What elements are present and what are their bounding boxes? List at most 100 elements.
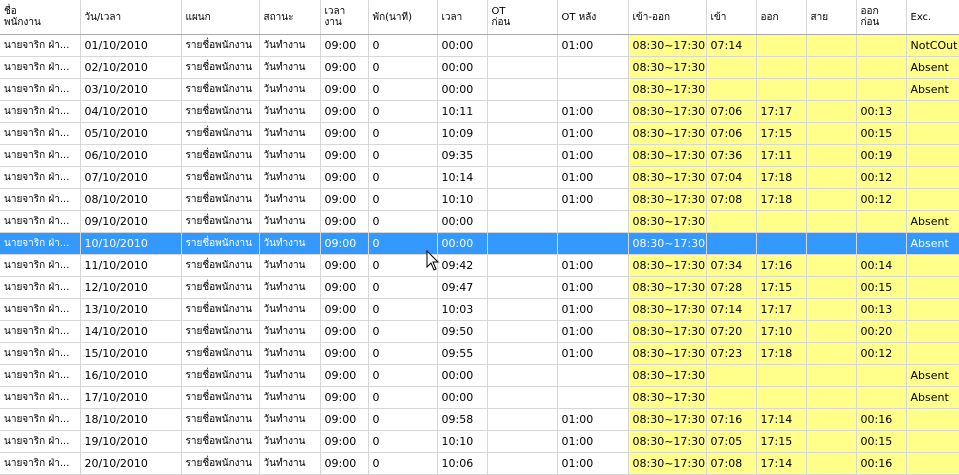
cell-date[interactable]: 12/10/2010 (80, 276, 182, 299)
cell-early[interactable] (856, 56, 907, 79)
cell-ot-after[interactable]: 01:00 (557, 452, 629, 475)
cell-shift[interactable]: 08:30~17:30 (628, 34, 707, 57)
column-header-status[interactable]: สถานะ (259, 0, 321, 35)
table-row[interactable]: นายจาริก ฝ่า... 06/10/2010 รายชื่อพนักงานว… (0, 144, 959, 167)
cell-name[interactable]: นายจาริก ฝ่า... (0, 254, 81, 277)
cell-late[interactable] (806, 452, 857, 475)
cell-ot-before[interactable] (487, 188, 558, 211)
cell-ot-before[interactable] (487, 342, 558, 365)
cell-early[interactable] (856, 34, 907, 57)
cell-time[interactable]: 09:47 (437, 276, 488, 299)
column-header-name[interactable]: ชื่อ พนักงาน (0, 0, 81, 35)
cell-brk[interactable]: 0 (368, 364, 438, 387)
cell-time[interactable]: 00:00 (437, 232, 488, 255)
cell-date[interactable]: 08/10/2010 (80, 188, 182, 211)
table-row[interactable]: นายจาริก ฝ่า... 01/10/2010 รายชื่อพนักงานว… (0, 34, 959, 57)
cell-early[interactable]: 00:20 (856, 320, 907, 343)
cell-ot-before[interactable] (487, 210, 558, 233)
cell-name[interactable]: นายจาริก ฝ่า... (0, 276, 81, 299)
cell-name[interactable]: นายจาริก ฝ่า... (0, 452, 81, 475)
cell-shift[interactable]: 08:30~17:30 (628, 56, 707, 79)
cell-shift[interactable]: 08:30~17:30 (628, 210, 707, 233)
cell-status[interactable]: วันทำงาน (259, 386, 321, 409)
cell-status[interactable]: วันทำงาน (259, 408, 321, 431)
cell-dept[interactable]: รายชื่อพนักงาน (181, 232, 260, 255)
cell-early[interactable]: 00:19 (856, 144, 907, 167)
cell-ot-before[interactable] (487, 166, 558, 189)
cell-ot-after[interactable] (557, 78, 629, 101)
cell-in[interactable] (706, 56, 757, 79)
cell-ot-after[interactable] (557, 232, 629, 255)
cell-status[interactable]: วันทำงาน (259, 122, 321, 145)
cell-shift[interactable]: 08:30~17:30 (628, 430, 707, 453)
cell-dept[interactable]: รายชื่อพนักงาน (181, 144, 260, 167)
cell-brk[interactable]: 0 (368, 56, 438, 79)
column-header-late[interactable]: สาย (806, 0, 857, 35)
cell-late[interactable] (806, 254, 857, 277)
cell-status[interactable]: วันทำงาน (259, 78, 321, 101)
cell-ot-before[interactable] (487, 78, 558, 101)
cell-work[interactable]: 09:00 (320, 166, 369, 189)
table-row[interactable]: นายจาริก ฝ่า... 09/10/2010 รายชื่อพนักงานว… (0, 210, 959, 233)
cell-time[interactable]: 00:00 (437, 364, 488, 387)
cell-ot-after[interactable] (557, 386, 629, 409)
cell-in[interactable]: 07:34 (706, 254, 757, 277)
cell-ot-after[interactable]: 01:00 (557, 320, 629, 343)
cell-date[interactable]: 17/10/2010 (80, 386, 182, 409)
cell-ot-before[interactable] (487, 364, 558, 387)
cell-early[interactable]: 00:16 (856, 408, 907, 431)
column-header-brk[interactable]: พัก(นาที) (368, 0, 438, 35)
cell-exc[interactable]: Absent (906, 210, 959, 233)
cell-late[interactable] (806, 210, 857, 233)
cell-work[interactable]: 09:00 (320, 408, 369, 431)
cell-shift[interactable]: 08:30~17:30 (628, 144, 707, 167)
cell-early[interactable]: 00:13 (856, 100, 907, 123)
cell-work[interactable]: 09:00 (320, 254, 369, 277)
cell-work[interactable]: 09:00 (320, 78, 369, 101)
cell-ot-before[interactable] (487, 452, 558, 475)
cell-brk[interactable]: 0 (368, 452, 438, 475)
cell-shift[interactable]: 08:30~17:30 (628, 166, 707, 189)
cell-name[interactable]: นายจาริก ฝ่า... (0, 364, 81, 387)
cell-exc[interactable]: Absent (906, 232, 959, 255)
column-header-exc[interactable]: Exc. (906, 0, 959, 35)
cell-date[interactable]: 18/10/2010 (80, 408, 182, 431)
cell-dept[interactable]: รายชื่อพนักงาน (181, 342, 260, 365)
cell-early[interactable] (856, 364, 907, 387)
cell-shift[interactable]: 08:30~17:30 (628, 78, 707, 101)
cell-status[interactable]: วันทำงาน (259, 34, 321, 57)
cell-in[interactable]: 07:23 (706, 342, 757, 365)
cell-status[interactable]: วันทำงาน (259, 100, 321, 123)
table-row[interactable]: นายจาริก ฝ่า... 11/10/2010 รายชื่อพนักงานว… (0, 254, 959, 277)
cell-early[interactable] (856, 386, 907, 409)
cell-work[interactable]: 09:00 (320, 364, 369, 387)
cell-name[interactable]: นายจาริก ฝ่า... (0, 342, 81, 365)
cell-status[interactable]: วันทำงาน (259, 298, 321, 321)
cell-early[interactable]: 00:12 (856, 342, 907, 365)
cell-date[interactable]: 19/10/2010 (80, 430, 182, 453)
cell-ot-before[interactable] (487, 232, 558, 255)
column-header-ot-after[interactable]: OT หลัง (557, 0, 629, 35)
cell-time[interactable]: 00:00 (437, 210, 488, 233)
cell-status[interactable]: วันทำงาน (259, 320, 321, 343)
cell-status[interactable]: วันทำงาน (259, 276, 321, 299)
cell-ot-after[interactable] (557, 210, 629, 233)
cell-brk[interactable]: 0 (368, 144, 438, 167)
column-header-ot-before[interactable]: OT ก่อน (487, 0, 558, 35)
cell-work[interactable]: 09:00 (320, 298, 369, 321)
cell-dept[interactable]: รายชื่อพนักงาน (181, 276, 260, 299)
cell-exc[interactable] (906, 254, 959, 277)
cell-exc[interactable] (906, 100, 959, 123)
cell-brk[interactable]: 0 (368, 166, 438, 189)
cell-shift[interactable]: 08:30~17:30 (628, 254, 707, 277)
cell-in[interactable]: 07:06 (706, 100, 757, 123)
cell-brk[interactable]: 0 (368, 386, 438, 409)
cell-exc[interactable] (906, 342, 959, 365)
cell-late[interactable] (806, 122, 857, 145)
cell-date[interactable]: 10/10/2010 (80, 232, 182, 255)
cell-dept[interactable]: รายชื่อพนักงาน (181, 254, 260, 277)
cell-status[interactable]: วันทำงาน (259, 452, 321, 475)
column-header-time[interactable]: เวลา (437, 0, 488, 35)
attendance-grid[interactable]: ชื่อ พนักงาน วัน/เวลา แผนก สถานะ เวลา งาน พัก… (0, 0, 959, 475)
cell-in[interactable]: 07:16 (706, 408, 757, 431)
